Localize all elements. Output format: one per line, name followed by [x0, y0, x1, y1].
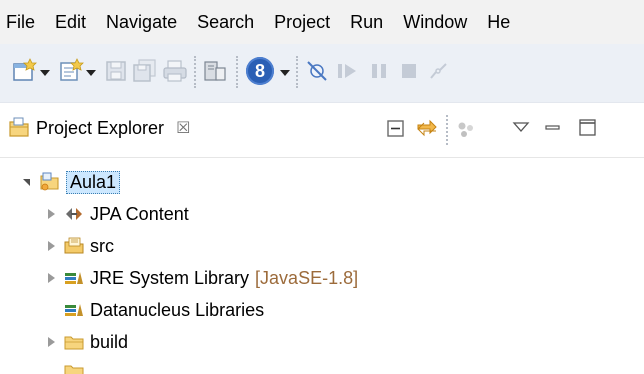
tree-node-label: Aula1 — [66, 170, 121, 194]
close-icon[interactable]: ☒ — [176, 118, 190, 138]
save-all-icon[interactable] — [132, 58, 158, 84]
jpa-icon — [66, 208, 82, 220]
source-folder-icon — [64, 237, 84, 254]
expand-arrow-icon[interactable] — [44, 270, 60, 286]
expand-arrow-icon[interactable] — [44, 206, 60, 222]
focus-icon[interactable] — [454, 118, 478, 142]
library-icon — [65, 272, 83, 284]
tree-node-datanucleus-libraries[interactable]: Datanucleus Libraries — [60, 294, 264, 326]
menu-navigate[interactable]: Navigate — [95, 12, 177, 33]
folder-icon — [64, 336, 84, 350]
menu-search[interactable]: Search — [186, 12, 254, 33]
tab-project-explorer[interactable]: Project Explorer ☒ — [8, 117, 190, 139]
library-icon — [65, 304, 83, 316]
new-wizard-icon[interactable] — [12, 58, 38, 84]
toolbar-separator — [236, 56, 238, 88]
print-icon[interactable] — [162, 58, 188, 84]
tree-node-label: src — [90, 235, 114, 256]
tree-node-project[interactable]: Aula1 — [20, 166, 121, 198]
main-toolbar: 8 — [0, 44, 644, 103]
maximize-icon[interactable] — [578, 118, 598, 138]
toolbar-separator — [296, 56, 298, 88]
collapse-arrow-icon[interactable] — [20, 174, 36, 190]
minimize-icon[interactable] — [544, 119, 562, 137]
terminate-icon[interactable] — [396, 58, 422, 84]
run-badge-icon[interactable]: 8 — [246, 57, 274, 85]
tree-node-label: JRE System Library — [90, 267, 250, 288]
menu-window[interactable]: Window — [392, 12, 467, 33]
tree-node-partial[interactable] — [60, 358, 90, 374]
menu-run[interactable]: Run — [339, 12, 383, 33]
run-dropdown-icon[interactable] — [280, 70, 290, 76]
tree-node-jpa-content[interactable]: JPA Content — [44, 198, 189, 230]
external-tools-icon[interactable] — [202, 58, 228, 84]
tree-node-label: build — [90, 331, 129, 352]
menu-project[interactable]: Project — [263, 12, 330, 33]
tree-node-src[interactable]: src — [44, 230, 114, 262]
expand-arrow-icon[interactable] — [44, 238, 60, 254]
tree-node-label: Datanucleus Libraries — [90, 299, 265, 320]
folder-icon — [64, 365, 84, 374]
view-toolbar-separator — [446, 115, 448, 145]
tree-node-jre-system-library[interactable]: JRE System Library [JavaSE-1.8] — [44, 262, 358, 294]
view-title: Project Explorer — [36, 117, 165, 138]
resume-icon[interactable] — [334, 58, 360, 84]
menu-help[interactable]: He — [476, 12, 510, 33]
skip-breakpoints-icon[interactable] — [304, 58, 330, 84]
save-icon[interactable] — [104, 58, 128, 84]
view-menu-icon[interactable] — [512, 121, 530, 135]
new-type-icon[interactable] — [58, 58, 84, 84]
tree-node-decoration: [JavaSE-1.8] — [255, 267, 359, 288]
project-explorer-header: Project Explorer ☒ — [0, 103, 644, 158]
menu-file[interactable]: File — [0, 12, 35, 33]
link-with-editor-icon[interactable] — [414, 117, 440, 141]
expand-arrow-icon[interactable] — [44, 334, 60, 350]
project-icon — [40, 172, 59, 191]
project-explorer-icon — [9, 117, 29, 137]
toolbar-separator — [194, 56, 196, 88]
suspend-icon[interactable] — [366, 58, 392, 84]
new-type-dropdown-icon[interactable] — [86, 70, 96, 76]
tree-node-build[interactable]: build — [44, 326, 128, 358]
menu-edit[interactable]: Edit — [44, 12, 86, 33]
menu-bar: File Edit Navigate Search Project Run Wi… — [0, 0, 644, 44]
new-wizard-dropdown-icon[interactable] — [40, 70, 50, 76]
tree-node-label: JPA Content — [90, 203, 189, 224]
collapse-all-icon[interactable] — [386, 119, 406, 139]
disconnect-icon[interactable] — [426, 58, 452, 84]
